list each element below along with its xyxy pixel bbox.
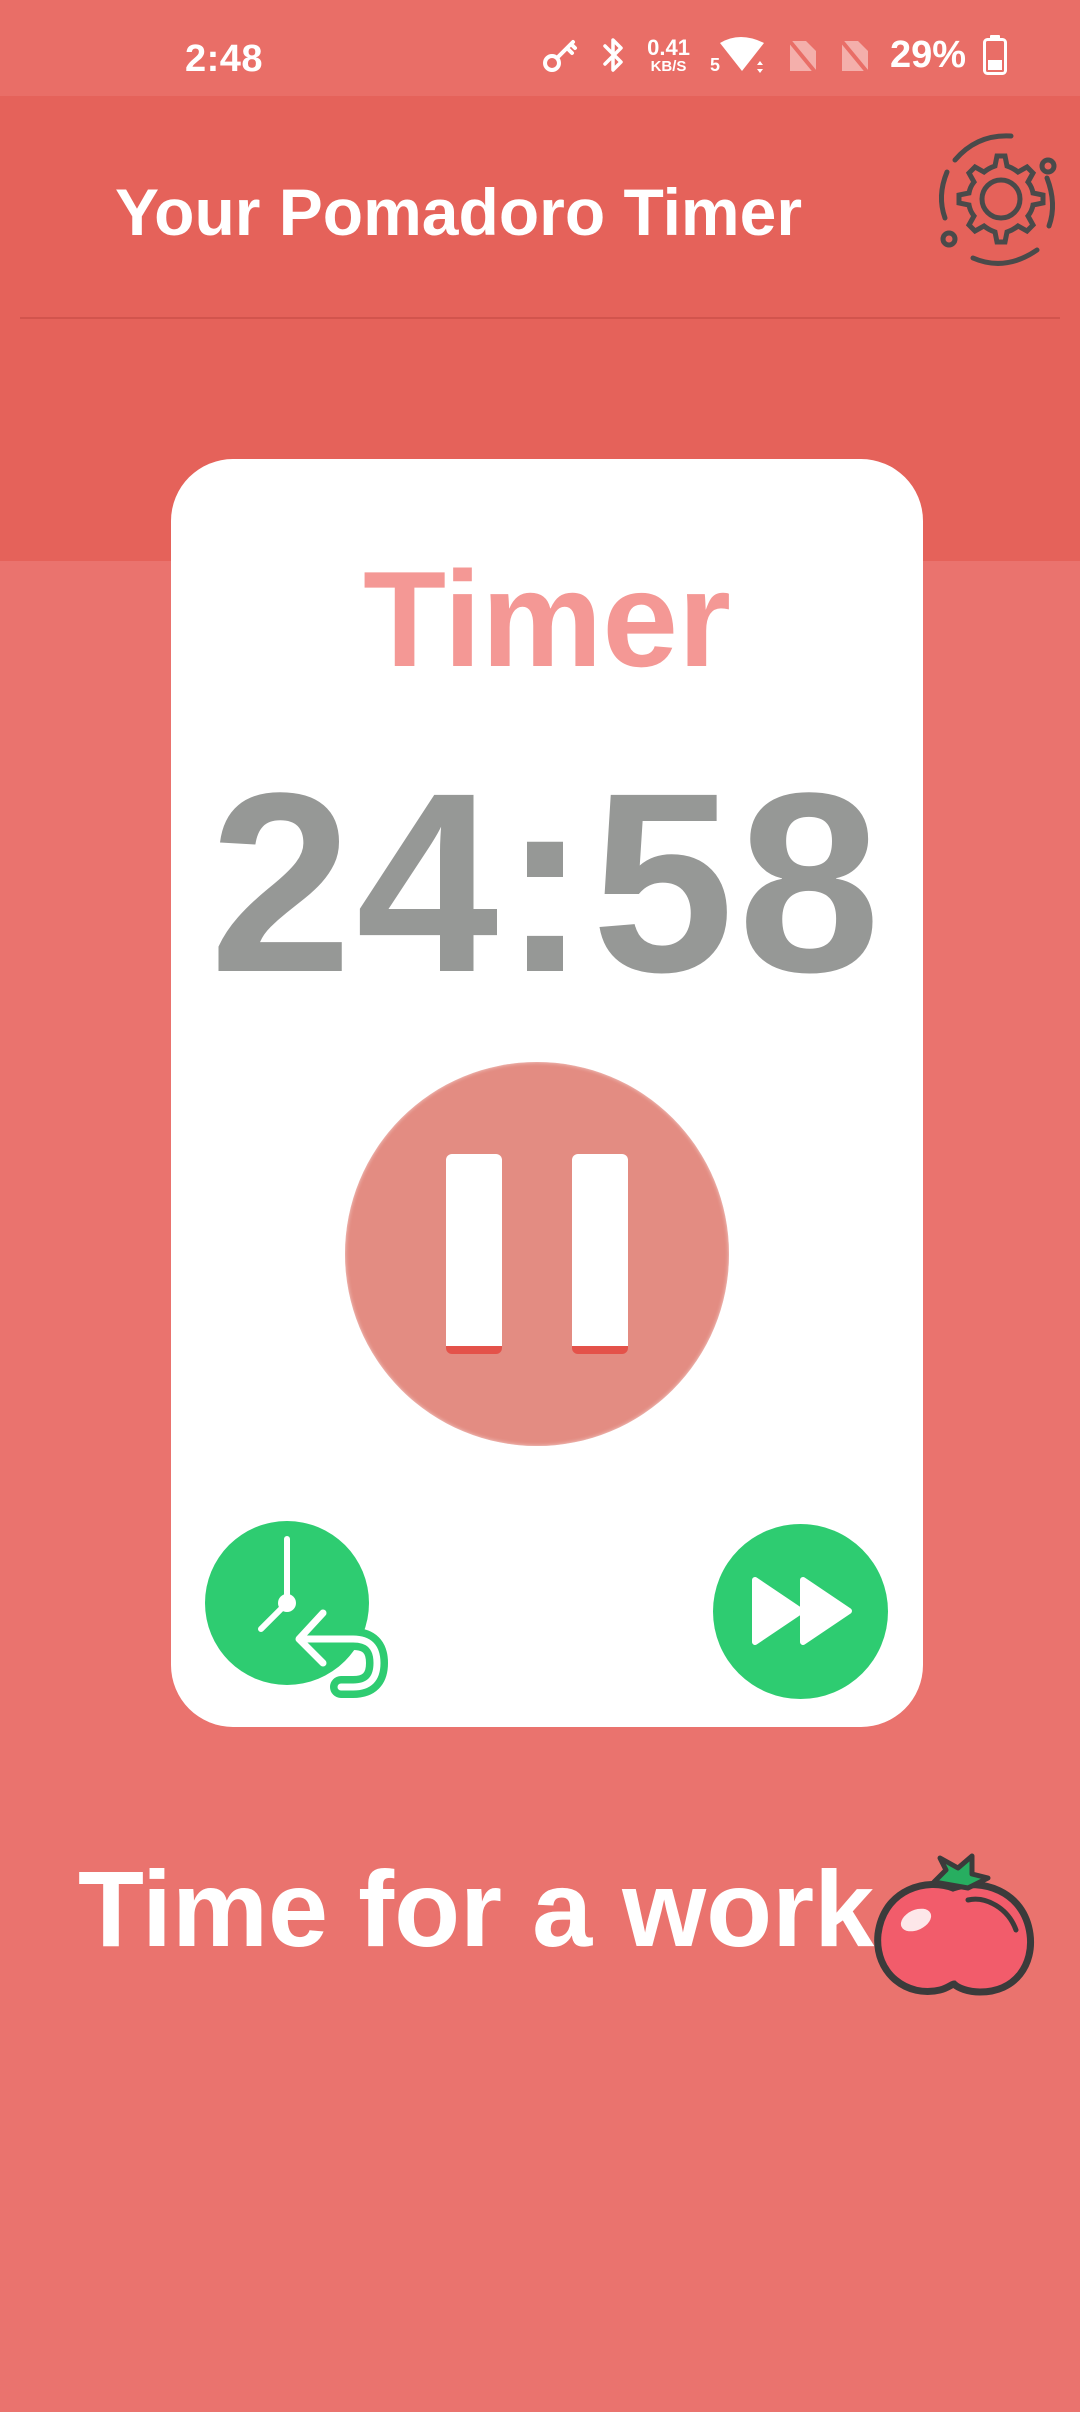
sim-off-icon bbox=[838, 35, 870, 75]
sim-off-icon bbox=[786, 35, 818, 75]
header-divider bbox=[20, 317, 1060, 319]
status-time: 2:48 bbox=[185, 38, 264, 80]
timer-card: Timer 24:58 bbox=[171, 459, 923, 1727]
timer-title: Timer bbox=[363, 543, 731, 695]
app-title: Your Pomadoro Timer bbox=[115, 175, 803, 249]
clock-reset-icon bbox=[205, 1521, 389, 1698]
net-speed-unit: KB/S bbox=[650, 57, 687, 75]
battery-icon bbox=[982, 34, 1008, 76]
battery-percent: 29% bbox=[889, 33, 966, 76]
wifi-icon: 5 bbox=[710, 35, 766, 75]
pause-button[interactable] bbox=[345, 1062, 729, 1446]
time-remaining: 24:58 bbox=[209, 740, 885, 1026]
vpn-key-icon bbox=[541, 35, 581, 75]
reset-button[interactable] bbox=[205, 1517, 405, 1717]
bluetooth-icon bbox=[601, 35, 627, 75]
pause-bar-left bbox=[446, 1154, 502, 1354]
skip-button[interactable] bbox=[713, 1524, 888, 1699]
settings-button[interactable] bbox=[925, 126, 1070, 271]
status-message: Time for a work bbox=[78, 1848, 875, 1969]
net-speed: 0.41 KB/S bbox=[647, 34, 690, 75]
pause-bar-right bbox=[572, 1154, 628, 1354]
net-speed-value: 0.41 bbox=[647, 34, 690, 60]
status-icons: 0.41 KB/S 5 29% bbox=[541, 30, 1008, 80]
wifi-sub-label: 5 bbox=[709, 55, 720, 75]
fast-forward-icon bbox=[752, 1577, 852, 1645]
status-bar: 2:48 0.41 KB/S 5 29% bbox=[0, 0, 1080, 96]
gear-icon bbox=[939, 133, 1057, 266]
tomato-icon bbox=[868, 1848, 1038, 2008]
